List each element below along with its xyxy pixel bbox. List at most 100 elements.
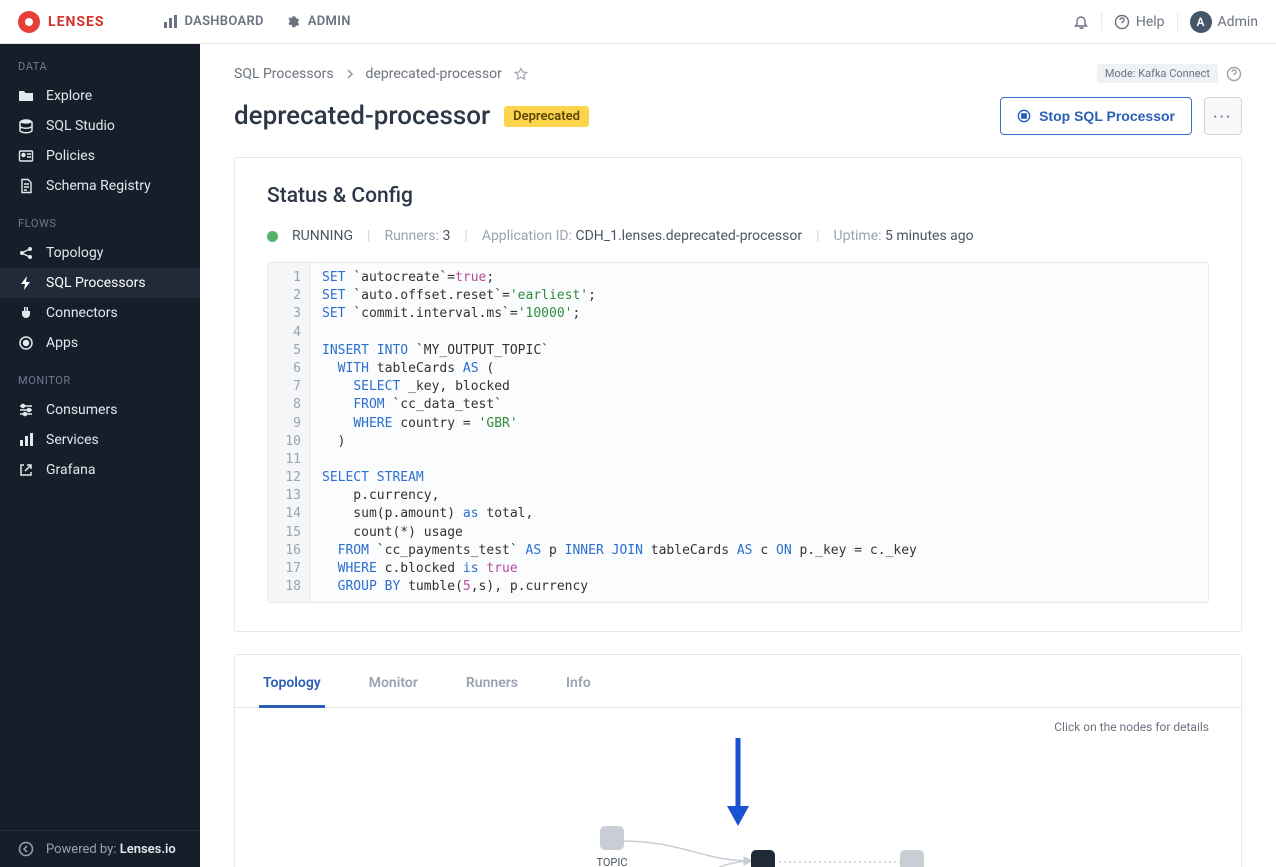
sliders-icon [18,402,34,418]
tab-monitor[interactable]: Monitor [365,661,422,708]
stop-processor-button[interactable]: Stop SQL Processor [1000,97,1192,135]
nav-admin-label: ADMIN [308,14,351,29]
avatar: A [1190,11,1212,33]
help-circle-icon [1114,14,1130,30]
sidebar-item-consumers[interactable]: Consumers [0,395,200,425]
folder-icon [18,88,34,104]
id-card-icon [18,148,34,164]
breadcrumb-root[interactable]: SQL Processors [234,66,334,82]
arrow-down-icon [723,738,753,826]
appid-value: CDH_1.lenses.deprecated-processor [575,228,802,244]
sidebar-item-apps[interactable]: Apps [0,328,200,358]
topo-node-topic-out[interactable]: TOPIC MY_OUTPUT_TOPIC [852,850,972,867]
share-nodes-icon [18,245,34,261]
sidebar-item-label: Policies [46,148,95,164]
target-icon [18,335,34,351]
sidebar-item-policies[interactable]: Policies [0,141,200,171]
external-link-icon [18,462,34,478]
star-icon[interactable] [514,67,528,81]
more-actions-button[interactable]: ··· [1204,97,1242,135]
brand-logo[interactable]: LENSES [18,11,104,33]
stop-button-label: Stop SQL Processor [1039,108,1175,124]
chevron-right-icon [346,69,354,79]
sidebar: DATA Explore SQL Studio Policies Schema … [0,44,200,867]
sidebar-item-label: Explore [46,88,92,104]
sidebar-item-label: Connectors [46,305,118,321]
deprecated-badge: Deprecated [504,106,589,127]
topo-node-topic-in1[interactable]: TOPIC cc_data_test [552,826,672,867]
help-circle-icon[interactable] [1226,66,1242,82]
divider [1101,13,1102,31]
runners-value: 3 [443,228,451,244]
stop-circle-icon [1017,109,1031,123]
code-gutter: 1 2 3 4 5 6 7 8 9 10 11 12 13 14 15 16 1… [268,263,310,602]
sidebar-section-monitor: MONITOR [0,358,200,395]
plug-icon [18,305,34,321]
nav-dashboard[interactable]: DASHBOARD [162,14,263,30]
user-menu[interactable]: A Admin [1190,11,1258,33]
bolt-icon [18,275,34,291]
main-content: SQL Processors deprecated-processor Mode… [200,44,1276,867]
sidebar-item-label: Consumers [46,402,117,418]
sidebar-item-grafana[interactable]: Grafana [0,455,200,485]
sidebar-item-sqlprocessors[interactable]: SQL Processors [0,268,200,298]
tab-info[interactable]: Info [562,661,595,708]
divider [1177,13,1178,31]
breadcrumb-leaf: deprecated-processor [366,66,502,82]
footer-text: Powered by: Lenses.io [46,842,176,857]
bar-chart-icon [18,432,34,448]
detail-tabs: Topology Monitor Runners Info [235,661,1241,708]
runners-label: Runners: [384,228,439,244]
sidebar-item-label: SQL Processors [46,275,146,291]
sidebar-item-label: Grafana [46,462,95,478]
bar-chart-icon [162,14,178,30]
status-config-card: Status & Config RUNNING | Runners: 3 | A… [234,157,1242,632]
sidebar-item-connectors[interactable]: Connectors [0,298,200,328]
nav-admin[interactable]: ADMIN [286,14,351,30]
uptime-value: 5 minutes ago [885,228,974,244]
gear-icon [286,14,302,30]
user-name: Admin [1218,14,1258,30]
logo-mark-icon [18,11,40,33]
mode-badge: Mode: Kafka Connect [1097,64,1218,83]
sidebar-item-label: Services [46,432,99,448]
topology-hint: Click on the nodes for details [267,720,1209,734]
document-icon [18,178,34,194]
sidebar-item-topology[interactable]: Topology [0,238,200,268]
collapse-icon[interactable] [18,841,34,857]
topology-diagram: TOPIC cc_data_test TOPIC cc_payments_tes… [267,738,1209,867]
sidebar-item-label: Apps [46,335,78,351]
node-kind: TOPIC [552,856,672,867]
sidebar-footer: Powered by: Lenses.io [0,830,200,867]
help-link[interactable]: Help [1114,14,1165,30]
database-icon [18,118,34,134]
code-content[interactable]: SET `autocreate`=true; SET `auto.offset.… [310,263,1208,602]
topo-node-processor[interactable]: PROCESSOR [703,850,823,867]
breadcrumb: SQL Processors deprecated-processor [234,66,528,82]
status-state: RUNNING [292,228,353,244]
tab-topology[interactable]: Topology [259,661,325,708]
topology-card: Topology Monitor Runners Info Click on t… [234,654,1242,867]
top-nav: DASHBOARD ADMIN [162,14,350,30]
sidebar-item-services[interactable]: Services [0,425,200,455]
sidebar-item-label: Schema Registry [46,178,151,194]
sidebar-item-label: Topology [46,245,103,261]
sidebar-item-schema[interactable]: Schema Registry [0,171,200,201]
topbar: LENSES DASHBOARD ADMIN Help A Admin [0,0,1276,44]
help-label: Help [1136,14,1165,30]
breadcrumb-row: SQL Processors deprecated-processor Mode… [234,64,1242,83]
title-row: deprecated-processor Deprecated Stop SQL… [234,97,1242,135]
nav-dashboard-label: DASHBOARD [184,14,263,29]
sidebar-section-data: DATA [0,44,200,81]
topbar-right: Help A Admin [1073,11,1258,33]
status-dot-icon [267,231,278,242]
sidebar-section-flows: FLOWS [0,201,200,238]
status-line: RUNNING | Runners: 3 | Application ID: C… [267,228,1209,244]
tab-runners[interactable]: Runners [462,661,522,708]
page-title: deprecated-processor [234,101,490,131]
appid-label: Application ID: [482,228,572,244]
bell-icon[interactable] [1073,14,1089,30]
sidebar-item-explore[interactable]: Explore [0,81,200,111]
sidebar-item-sqlstudio[interactable]: SQL Studio [0,111,200,141]
brand-text: LENSES [48,14,104,30]
